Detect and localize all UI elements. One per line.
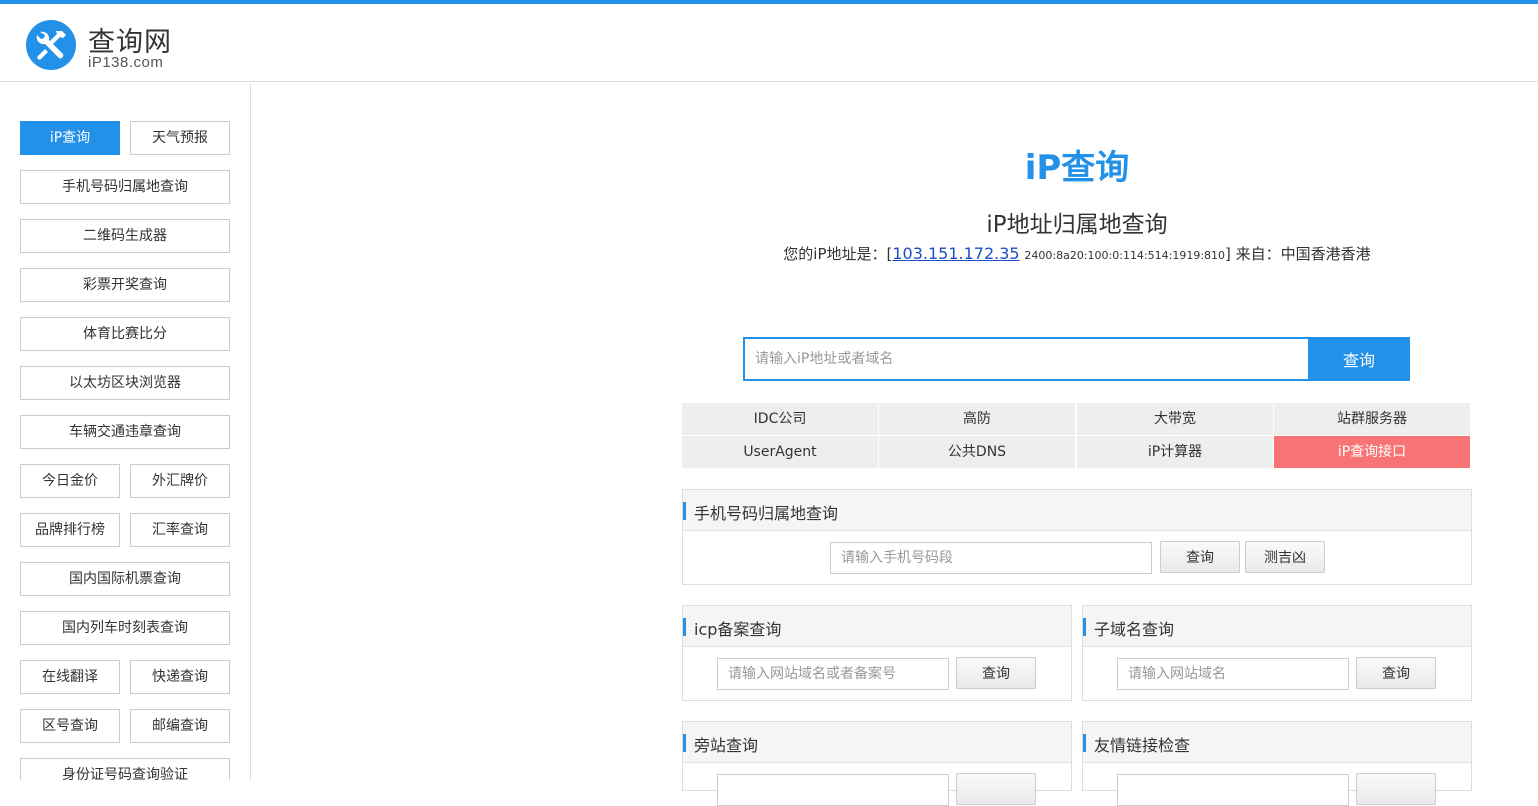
icp-input[interactable] [717, 658, 949, 690]
panel-header: 旁站查询 [683, 722, 1071, 763]
panel-header: 子域名查询 [1083, 606, 1471, 647]
side-site-panel: 旁站查询 [682, 721, 1072, 806]
sidebar-item-id-card[interactable]: 身份证号码查询验证 [20, 758, 230, 780]
subdomain-input[interactable] [1117, 658, 1349, 690]
side-site-query-button[interactable] [956, 773, 1036, 805]
quick-link-bandwidth[interactable]: 大带宽 [1077, 403, 1273, 435]
quick-link-ip-calculator[interactable]: iP计算器 [1077, 436, 1273, 468]
ipv6-address: 2400:8a20:100:0:114:514:1919:810 [1024, 249, 1226, 262]
sidebar-item-traffic-violation[interactable]: 车辆交通违章查询 [20, 415, 230, 449]
panel-accent-bar [683, 502, 686, 520]
page-title: iP查询 [1024, 148, 1130, 188]
sidebar-nav: iP查询 天气预报 手机号码归属地查询 二维码生成器 彩票开奖查询 体育比赛比分… [0, 83, 251, 780]
sidebar-item-area-code[interactable]: 区号查询 [20, 709, 120, 743]
sidebar-item-weather[interactable]: 天气预报 [130, 121, 230, 155]
ip-search-button[interactable]: 查询 [1308, 337, 1410, 381]
sidebar-item-lottery[interactable]: 彩票开奖查询 [20, 268, 230, 302]
subdomain-query-button[interactable]: 查询 [1356, 657, 1436, 689]
sidebar-item-sports-scores[interactable]: 体育比赛比分 [20, 317, 230, 351]
phone-query-button[interactable]: 查询 [1160, 541, 1240, 573]
quick-link-public-dns[interactable]: 公共DNS [879, 436, 1075, 468]
panel-header: 手机号码归属地查询 [683, 490, 1471, 531]
panel-accent-bar [683, 618, 686, 636]
panel-accent-bar [1083, 734, 1086, 752]
panel-title: 旁站查询 [694, 736, 759, 755]
ipv4-link[interactable]: 103.151.172.35 [892, 244, 1019, 263]
quick-links-grid: IDC公司 高防 大带宽 站群服务器 UserAgent 公共DNS iP计算器… [682, 403, 1471, 468]
sidebar-item-flights[interactable]: 国内国际机票查询 [20, 562, 230, 596]
tools-logo-icon[interactable] [26, 20, 76, 70]
site-header: 查询网 iP138.com [0, 4, 1538, 82]
subdomain-lookup-panel: 子域名查询 查询 [1082, 605, 1472, 701]
your-ip-line: 您的iP地址是：[103.151.172.35 2400:8a20:100:0:… [683, 243, 1471, 264]
panel-title: 子域名查询 [1094, 620, 1175, 639]
quick-link-ip-api[interactable]: iP查询接口 [1274, 436, 1470, 468]
phone-input[interactable] [830, 542, 1152, 574]
sidebar-item-ethereum-explorer[interactable]: 以太坊区块浏览器 [20, 366, 230, 400]
sidebar-item-qrcode[interactable]: 二维码生成器 [20, 219, 230, 253]
sidebar-item-ip-query[interactable]: iP查询 [20, 121, 120, 155]
side-site-input[interactable] [717, 774, 949, 806]
sidebar-item-translate[interactable]: 在线翻译 [20, 660, 120, 694]
phone-fortune-button[interactable]: 测吉凶 [1245, 541, 1325, 573]
ip-from-label: ] 来自： [1225, 245, 1281, 263]
phone-lookup-panel: 手机号码归属地查询 查询 测吉凶 [682, 489, 1472, 585]
sidebar-item-phone-location[interactable]: 手机号码归属地查询 [20, 170, 230, 204]
sidebar-item-express-tracking[interactable]: 快递查询 [130, 660, 230, 694]
panel-title: 友情链接检查 [1094, 736, 1191, 755]
friend-link-panel: 友情链接检查 [1082, 721, 1472, 806]
ip-location: 中国香港香港 [1280, 245, 1371, 263]
quick-link-site-cluster[interactable]: 站群服务器 [1274, 403, 1470, 435]
logo-domain[interactable]: iP138.com [88, 54, 163, 71]
friend-link-input[interactable] [1117, 774, 1349, 806]
sidebar-item-exchange-rate[interactable]: 汇率查询 [130, 513, 230, 547]
sidebar-item-gold-price[interactable]: 今日金价 [20, 464, 120, 498]
panel-title: icp备案查询 [694, 620, 782, 639]
ip-search-input[interactable] [743, 337, 1309, 381]
sidebar-item-forex-rates[interactable]: 外汇牌价 [130, 464, 230, 498]
quick-link-useragent[interactable]: UserAgent [682, 436, 878, 468]
panel-header: icp备案查询 [683, 606, 1071, 647]
friend-link-query-button[interactable] [1356, 773, 1436, 805]
sidebar-item-train-schedule[interactable]: 国内列车时刻表查询 [20, 611, 230, 645]
quick-link-ddos[interactable]: 高防 [879, 403, 1075, 435]
ip-prefix-label: 您的iP地址是：[ [783, 245, 893, 263]
panel-header: 友情链接检查 [1083, 722, 1471, 763]
ip-search-form: 查询 [743, 337, 1410, 381]
page-subtitle: iP地址归属地查询 [986, 212, 1168, 238]
sidebar-item-postal-code[interactable]: 邮编查询 [130, 709, 230, 743]
panel-accent-bar [1083, 618, 1086, 636]
icp-query-button[interactable]: 查询 [956, 657, 1036, 689]
quick-link-idc[interactable]: IDC公司 [682, 403, 878, 435]
sidebar-item-brand-ranking[interactable]: 品牌排行榜 [20, 513, 120, 547]
icp-lookup-panel: icp备案查询 查询 [682, 605, 1072, 701]
panel-title: 手机号码归属地查询 [694, 504, 839, 523]
panel-accent-bar [683, 734, 686, 752]
